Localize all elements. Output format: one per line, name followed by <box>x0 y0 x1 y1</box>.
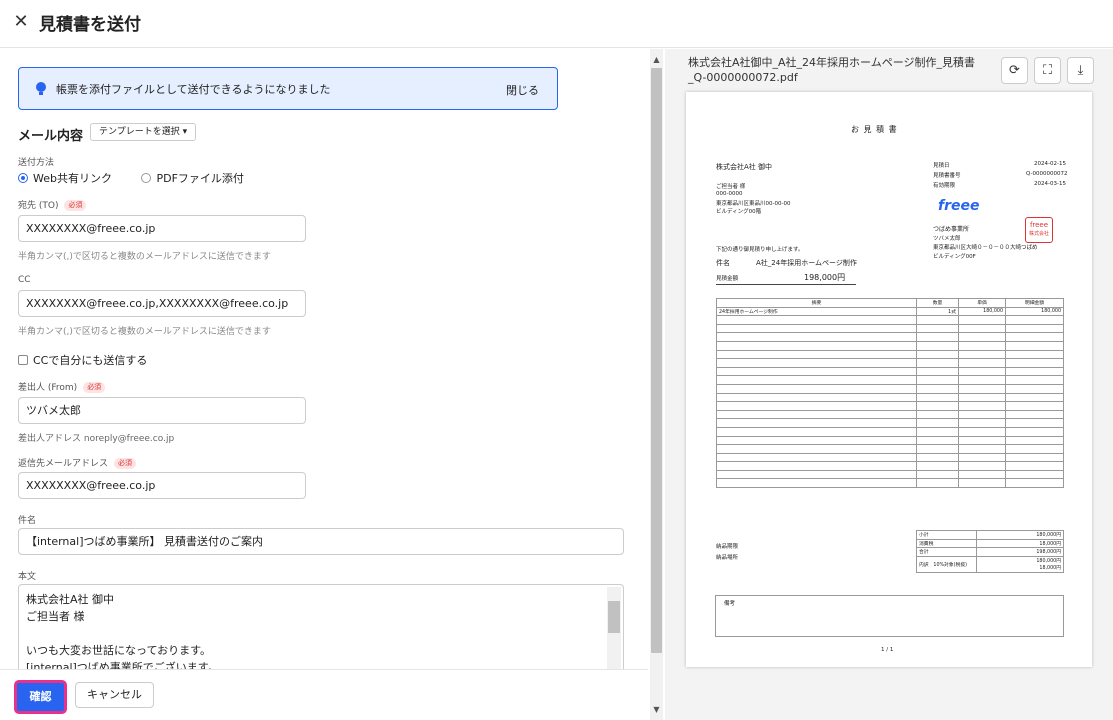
company-sub: ツバメ太郎 <box>933 236 961 242</box>
doc-contact: ご担当者 様 <box>716 184 746 190</box>
to-field[interactable]: XXXXXXXX@freee.co.jp <box>18 215 306 242</box>
cc-label: CC <box>18 275 31 285</box>
meta-value: Q-0000000072 <box>1026 171 1068 177</box>
pdf-filename: 株式会社A社御中_A社_24年採用ホームページ制作_見積書_Q-00000000… <box>688 56 975 84</box>
confirm-button[interactable]: 確認 <box>14 680 67 714</box>
subject-field[interactable]: 【internal]つばめ事業所】 見積書送付のご案内 <box>18 528 624 555</box>
note-delivery-date: 納品期限 <box>716 544 739 550</box>
cc-hint: 半角カンマ(,)で区切ると複数のメールアドレスに送信できます <box>18 327 271 337</box>
to-hint: 半角カンマ(,)で区切ると複数のメールアドレスに送信できます <box>18 252 271 262</box>
from-address: 差出人アドレス noreply@freee.co.jp <box>18 434 175 444</box>
reply-label: 返信先メールアドレス 必須 <box>18 456 137 469</box>
form-scroll-thumb[interactable] <box>651 68 662 653</box>
section-title: メール内容 <box>18 129 84 144</box>
body-label: 本文 <box>18 572 37 582</box>
top-bar: ✕ 見積書を送付 <box>0 0 1113 48</box>
reply-field[interactable]: XXXXXXXX@freee.co.jp <box>18 472 306 499</box>
company-addr2: ビルディング00F <box>933 254 976 260</box>
cancel-button[interactable]: キャンセル <box>75 682 154 708</box>
download-icon[interactable]: ⤓ <box>1067 57 1094 84</box>
doc-address1: 東京都品川区東品川00-00-00 <box>716 201 791 207</box>
fullscreen-icon[interactable]: ⛶ <box>1034 57 1061 84</box>
template-select-button[interactable]: テンプレートを選択 ▾ <box>90 123 197 141</box>
meta-label: 見積書番号 <box>933 173 961 179</box>
reload-icon[interactable]: ⟳ <box>1001 57 1028 84</box>
page-number: 1 / 1 <box>881 647 894 653</box>
remarks-box: 備考 <box>715 595 1064 637</box>
notice-close-button[interactable]: 閉じる <box>506 82 539 98</box>
meta-value: 2024-02-15 <box>1034 161 1066 167</box>
send-method-label: 送付方法 <box>18 158 55 168</box>
note-delivery-place: 納品場所 <box>716 555 739 561</box>
from-label: 差出人 (From) 必須 <box>18 380 106 393</box>
freee-logo: freee <box>938 198 980 214</box>
amount-value: 198,000円 <box>804 273 846 282</box>
amount-row: 見積金額 198,000円 <box>716 273 856 285</box>
doc-client: 株式会社A社 御中 <box>716 163 773 171</box>
close-icon[interactable]: ✕ <box>12 13 30 31</box>
body-field[interactable]: 株式会社A社 御中 ご担当者 様 いつも大変お世話になっております。 [inte… <box>18 584 624 669</box>
checkbox-icon[interactable] <box>18 355 28 365</box>
radio-icon[interactable] <box>18 173 28 183</box>
cc-self-checkbox[interactable]: CCで自分にも送信する <box>18 352 147 368</box>
doc-address2: ビルディング00階 <box>716 209 762 215</box>
meta-value: 2024-03-15 <box>1034 181 1066 187</box>
radio-icon[interactable] <box>141 173 152 183</box>
lightbulb-icon <box>36 82 46 95</box>
scroll-down-icon[interactable]: ▼ <box>651 704 662 716</box>
items-table: 摘要 数量 単価 明細金額 24年採用ホームページ制作 1式 180,000 1… <box>716 298 1064 489</box>
doc-intro: 下記の通り御見積り申し上げます。 <box>716 247 804 253</box>
meta-label: 有効期限 <box>933 183 956 189</box>
doc-postal: 000-0000 <box>716 191 743 197</box>
send-method-group: Web共有リンク PDFファイル添付 <box>18 170 244 186</box>
page-title: 見積書を送付 <box>39 15 141 35</box>
notice-message: 帳票を添付ファイルとして送付できるようになりました <box>56 83 331 96</box>
totals-table: 小計 180,000円 消費税 18,000円 合計 198,000円 内訳 10%対… <box>916 530 1064 573</box>
mail-form: 帳票を添付ファイルとして送付できるようになりました 閉じる メール内容 テンプレ… <box>0 49 648 669</box>
scroll-up-icon[interactable]: ▲ <box>651 54 662 66</box>
company-stamp: freee 株式会社 <box>1025 217 1053 243</box>
subject-label: 件名 <box>18 516 37 526</box>
required-badge: 必須 <box>83 382 106 393</box>
from-field[interactable]: ツバメ太郎 <box>18 397 306 424</box>
to-label: 宛先 (TO) 必須 <box>18 198 87 211</box>
pdf-page: お 見 積 書 株式会社A社 御中 ご担当者 様 000-0000 東京都品川区… <box>686 92 1092 667</box>
required-badge: 必須 <box>114 458 137 469</box>
meta-label: 見積日 <box>933 163 950 169</box>
company-addr: 東京都品川区大崎０－０－００大崎つばめ <box>933 245 1038 251</box>
radio-pdf-attach[interactable]: PDFファイル添付 <box>141 172 244 185</box>
doc-title: お 見 積 書 <box>851 125 898 134</box>
cc-field[interactable]: XXXXXXXX@freee.co.jp,XXXXXXXX@freee.co.j… <box>18 290 306 317</box>
required-badge: 必須 <box>64 200 87 211</box>
table-header: 摘要 数量 単価 明細金額 <box>716 298 1064 308</box>
doc-subject: A社_24年採用ホームページ制作 <box>756 259 857 267</box>
body-scroll-thumb[interactable] <box>608 601 620 633</box>
table-row: 24年採用ホームページ制作 1式 180,000 180,000 <box>716 306 1064 317</box>
company-name: つばめ事業所 <box>933 226 970 233</box>
info-notice: 帳票を添付ファイルとして送付できるようになりました 閉じる <box>18 67 558 110</box>
doc-subject-label: 件名 <box>716 259 730 267</box>
radio-web-link[interactable]: Web共有リンク <box>18 172 112 185</box>
